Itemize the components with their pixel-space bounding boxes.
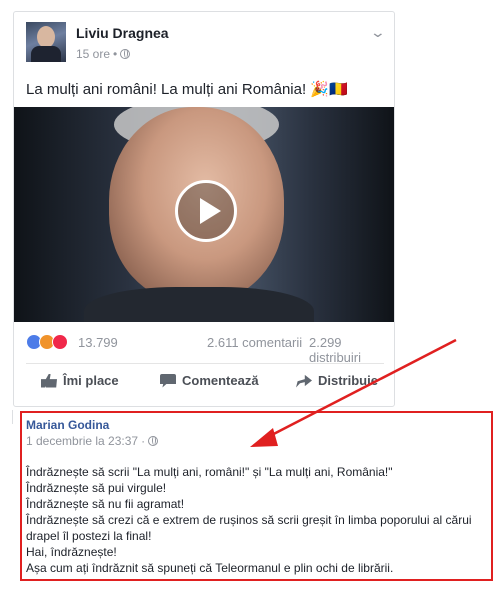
comment-button[interactable]: Comentează [160, 373, 259, 388]
comment-meta: 1 decembrie la 23:37 · [26, 434, 159, 448]
post-time[interactable]: 15 ore [76, 47, 110, 61]
video-player[interactable] [14, 107, 394, 322]
comment-line: Îndrăznește să nu fii agramat! [26, 497, 185, 511]
meta-separator: • [113, 47, 118, 61]
facebook-post-card: Liviu Dragnea 15 ore • ⌄ La mulți ani ro… [13, 11, 395, 407]
post-stats: 13.799 2.611 comentarii 2.299 distribuir… [26, 334, 384, 365]
post-meta: 15 ore • [76, 47, 131, 61]
globe-icon [120, 49, 131, 59]
comment-time[interactable]: 1 decembrie la 23:37 [26, 434, 138, 448]
share-icon [296, 374, 312, 388]
comment-line: Îndrăznește să scrii "La mulți ani, româ… [26, 465, 393, 479]
reactions-icons[interactable] [26, 334, 68, 350]
video-frame-shirt [84, 287, 314, 322]
chevron-down-icon[interactable]: ⌄ [370, 24, 386, 41]
comment-line: Așa cum ați îndrăznit să spuneți că Tele… [26, 561, 394, 575]
post-actions: Îmi place Comentează Distribuie [26, 373, 384, 397]
like-button[interactable]: Îmi place [41, 373, 119, 388]
globe-icon [148, 436, 159, 446]
comment-line: Îndrăznește să crezi că e extrem de ruși… [26, 513, 472, 527]
comment-body: Îndrăznește să scrii "La mulți ani, româ… [26, 464, 486, 576]
comment-icon [160, 373, 176, 388]
comment-label: Comentează [182, 373, 259, 388]
avatar-suit [31, 46, 61, 62]
comments-count[interactable]: 2.611 comentarii [207, 335, 302, 350]
comment-line: drapel îl postezi la final! [26, 529, 152, 543]
shares-count[interactable]: 2.299 distribuiri [309, 335, 384, 365]
thumbs-up-icon [41, 373, 57, 388]
divider [26, 363, 384, 364]
like-label: Îmi place [63, 373, 119, 388]
love-reaction-icon [52, 334, 68, 350]
reactions-count[interactable]: 13.799 [78, 335, 118, 350]
comment-meta-separator: · [141, 434, 146, 448]
post-author-name[interactable]: Liviu Dragnea [76, 25, 169, 41]
share-label: Distribuie [318, 373, 378, 388]
share-button[interactable]: Distribuie [296, 373, 378, 388]
comment-author-name[interactable]: Marian Godina [26, 418, 109, 432]
comment-line: Îndrăznește să pui virgule! [26, 481, 167, 495]
comment-line: Hai, îndrăznește! [26, 545, 117, 559]
comment-thread-line [12, 410, 13, 424]
post-text: La mulți ani români! La mulți ani Români… [26, 81, 348, 98]
play-icon[interactable] [175, 180, 237, 242]
author-avatar[interactable] [26, 22, 66, 62]
avatar-face [37, 26, 55, 48]
